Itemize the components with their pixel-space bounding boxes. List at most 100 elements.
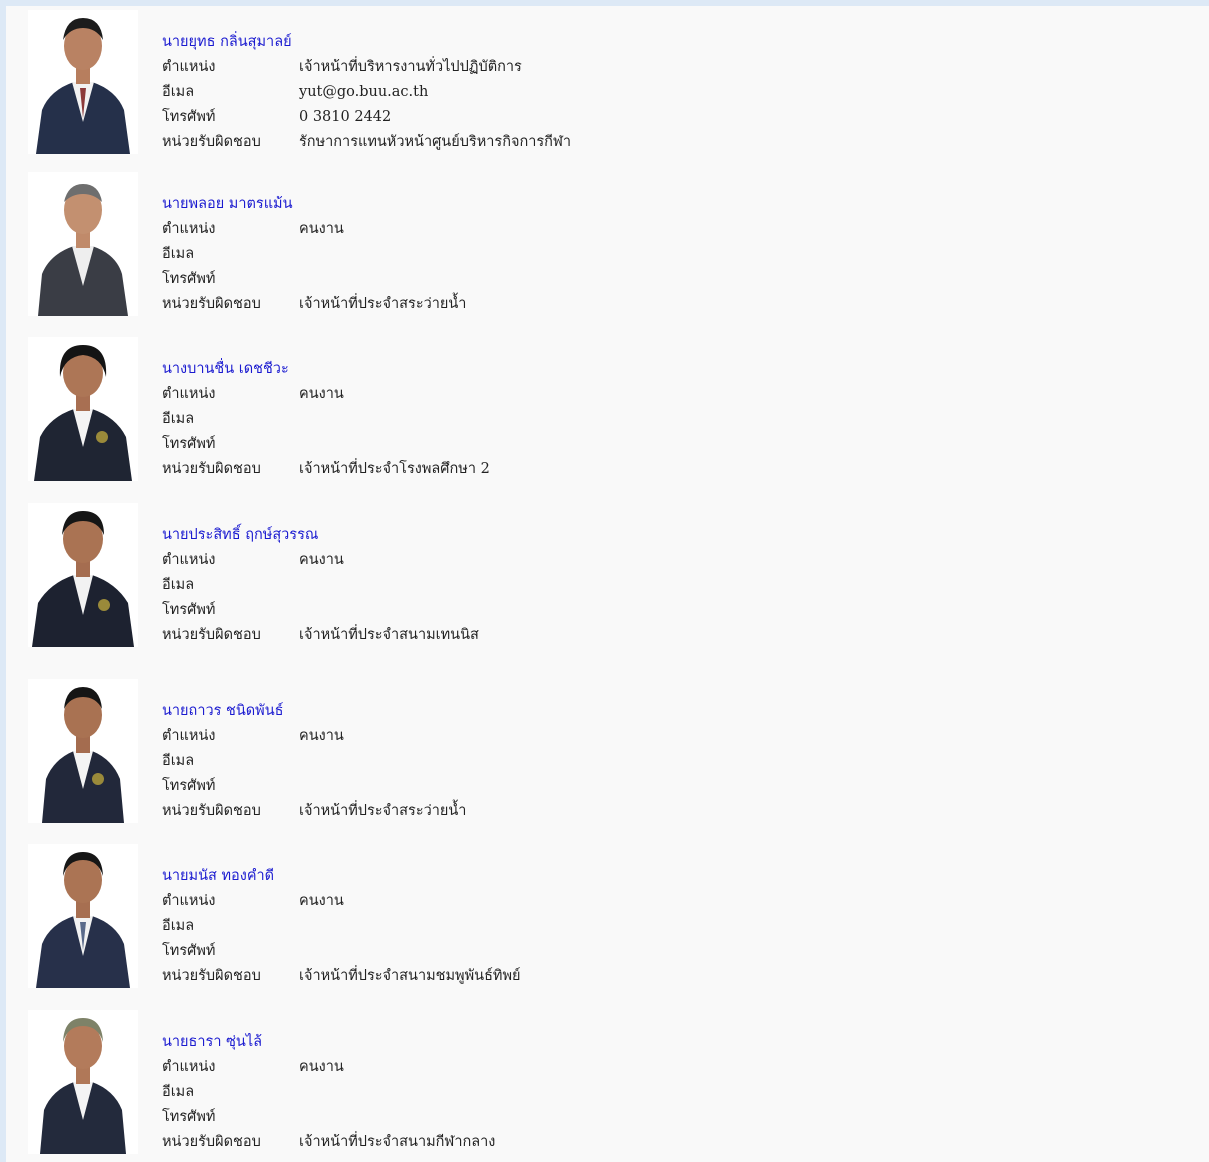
unit-value: เจ้าหน้าที่ประจำโรงพลศึกษา 2 bbox=[299, 461, 490, 477]
position-row: ตำแหน่ง คนงาน bbox=[162, 550, 862, 570]
staff-card: นายธารา ซุ่นไล้ ตำแหน่ง คนงาน อีเมล โทรศ… bbox=[6, 1010, 1209, 1160]
unit-row: หน่วยรับผิดชอบ เจ้าหน้าที่ประจำสระว่ายน้… bbox=[162, 294, 862, 314]
position-value: คนงาน bbox=[299, 893, 344, 909]
email-row: อีเมล bbox=[162, 916, 862, 936]
phone-value: 0 3810 2442 bbox=[299, 109, 392, 125]
email-label: อีเมล bbox=[162, 1084, 195, 1100]
staff-name-link[interactable]: นายธารา ซุ่นไล้ bbox=[162, 1032, 262, 1052]
email-label: อีเมล bbox=[162, 411, 195, 427]
phone-label: โทรศัพท์ bbox=[162, 602, 216, 618]
phone-label: โทรศัพท์ bbox=[162, 943, 216, 959]
position-value: คนงาน bbox=[299, 386, 344, 402]
unit-label: หน่วยรับผิดชอบ bbox=[162, 968, 261, 984]
position-label: ตำแหน่ง bbox=[162, 1059, 216, 1075]
staff-photo bbox=[28, 337, 138, 481]
phone-row: โทรศัพท์ 0 3810 2442 bbox=[162, 107, 862, 127]
staff-name-link[interactable]: นายถาวร ชนิดพันธ์ bbox=[162, 701, 284, 721]
email-row: อีเมล yut@go.buu.ac.th bbox=[162, 82, 862, 102]
unit-label: หน่วยรับผิดชอบ bbox=[162, 1134, 261, 1150]
unit-row: หน่วยรับผิดชอบ เจ้าหน้าที่ประจำสนามเทนนิ… bbox=[162, 625, 862, 645]
position-label: ตำแหน่ง bbox=[162, 386, 216, 402]
email-row: อีเมล bbox=[162, 1082, 862, 1102]
position-row: ตำแหน่ง คนงาน bbox=[162, 891, 862, 911]
staff-directory-page: นายยุทธ กลิ่นสุมาลย์ ตำแหน่ง เจ้าหน้าที่… bbox=[6, 6, 1209, 1162]
email-row: อีเมล bbox=[162, 409, 862, 429]
position-value: คนงาน bbox=[299, 552, 344, 568]
phone-label: โทรศัพท์ bbox=[162, 109, 216, 125]
unit-row: หน่วยรับผิดชอบ รักษาการแทนหัวหน้าศูนย์บร… bbox=[162, 132, 862, 152]
unit-label: หน่วยรับผิดชอบ bbox=[162, 296, 261, 312]
unit-label: หน่วยรับผิดชอบ bbox=[162, 461, 261, 477]
person-portrait-icon bbox=[28, 844, 138, 988]
phone-row: โทรศัพท์ bbox=[162, 600, 862, 620]
staff-name-link[interactable]: นายประสิทธิ์ ฤกษ์สุวรรณ bbox=[162, 525, 318, 545]
position-row: ตำแหน่ง คนงาน bbox=[162, 1057, 862, 1077]
staff-photo bbox=[28, 503, 138, 647]
unit-value: เจ้าหน้าที่ประจำสนามเทนนิส bbox=[299, 627, 479, 643]
phone-label: โทรศัพท์ bbox=[162, 1109, 216, 1125]
unit-row: หน่วยรับผิดชอบ เจ้าหน้าที่ประจำโรงพลศึกษ… bbox=[162, 459, 862, 479]
unit-value: รักษาการแทนหัวหน้าศูนย์บริหารกิจการกีฬา bbox=[299, 134, 572, 150]
email-label: อีเมล bbox=[162, 246, 195, 262]
staff-card: นายประสิทธิ์ ฤกษ์สุวรรณ ตำแหน่ง คนงาน อี… bbox=[6, 503, 1209, 653]
position-value: คนงาน bbox=[299, 728, 344, 744]
unit-row: หน่วยรับผิดชอบ เจ้าหน้าที่ประจำสนามกีฬาก… bbox=[162, 1132, 862, 1152]
person-portrait-icon bbox=[28, 337, 138, 481]
unit-label: หน่วยรับผิดชอบ bbox=[162, 134, 261, 150]
phone-row: โทรศัพท์ bbox=[162, 941, 862, 961]
email-label: อีเมล bbox=[162, 753, 195, 769]
position-label: ตำแหน่ง bbox=[162, 221, 216, 237]
staff-card: นางบานชื่น เดชชีวะ ตำแหน่ง คนงาน อีเมล โ… bbox=[6, 337, 1209, 487]
email-value: yut@go.buu.ac.th bbox=[299, 84, 429, 100]
position-value: เจ้าหน้าที่บริหารงานทั่วไปปฏิบัติการ bbox=[299, 59, 522, 75]
phone-row: โทรศัพท์ bbox=[162, 776, 862, 796]
staff-card: นายยุทธ กลิ่นสุมาลย์ ตำแหน่ง เจ้าหน้าที่… bbox=[6, 10, 1209, 160]
phone-row: โทรศัพท์ bbox=[162, 1107, 862, 1127]
unit-value: เจ้าหน้าที่ประจำสนามกีฬากลาง bbox=[299, 1134, 496, 1150]
person-portrait-icon bbox=[28, 679, 138, 823]
unit-label: หน่วยรับผิดชอบ bbox=[162, 803, 261, 819]
position-label: ตำแหน่ง bbox=[162, 728, 216, 744]
staff-name-link[interactable]: นายมนัส ทองคำดี bbox=[162, 866, 274, 886]
position-label: ตำแหน่ง bbox=[162, 552, 216, 568]
position-label: ตำแหน่ง bbox=[162, 59, 216, 75]
email-row: อีเมล bbox=[162, 575, 862, 595]
position-row: ตำแหน่ง เจ้าหน้าที่บริหารงานทั่วไปปฏิบัต… bbox=[162, 57, 862, 77]
staff-name-link[interactable]: นายยุทธ กลิ่นสุมาลย์ bbox=[162, 32, 292, 52]
unit-value: เจ้าหน้าที่ประจำสระว่ายน้ำ bbox=[299, 803, 467, 819]
email-row: อีเมล bbox=[162, 244, 862, 264]
email-label: อีเมล bbox=[162, 918, 195, 934]
unit-row: หน่วยรับผิดชอบ เจ้าหน้าที่ประจำสระว่ายน้… bbox=[162, 801, 862, 821]
position-value: คนงาน bbox=[299, 221, 344, 237]
person-portrait-icon bbox=[28, 10, 138, 154]
position-row: ตำแหน่ง คนงาน bbox=[162, 219, 862, 239]
staff-photo bbox=[28, 1010, 138, 1154]
person-portrait-icon bbox=[28, 172, 138, 316]
person-portrait-icon bbox=[28, 1010, 138, 1154]
position-label: ตำแหน่ง bbox=[162, 893, 216, 909]
phone-label: โทรศัพท์ bbox=[162, 436, 216, 452]
staff-photo bbox=[28, 679, 138, 823]
person-portrait-icon bbox=[28, 503, 138, 647]
staff-card: นายพลอย มาตรแม้น ตำแหน่ง คนงาน อีเมล โทร… bbox=[6, 172, 1209, 322]
staff-photo bbox=[28, 172, 138, 316]
position-value: คนงาน bbox=[299, 1059, 344, 1075]
position-row: ตำแหน่ง คนงาน bbox=[162, 384, 862, 404]
email-row: อีเมล bbox=[162, 751, 862, 771]
phone-row: โทรศัพท์ bbox=[162, 434, 862, 454]
unit-label: หน่วยรับผิดชอบ bbox=[162, 627, 261, 643]
unit-value: เจ้าหน้าที่ประจำสนามชมพูพันธ์ทิพย์ bbox=[299, 968, 521, 984]
staff-photo bbox=[28, 10, 138, 154]
staff-name-link[interactable]: นางบานชื่น เดชชีวะ bbox=[162, 359, 289, 379]
unit-value: เจ้าหน้าที่ประจำสระว่ายน้ำ bbox=[299, 296, 467, 312]
phone-row: โทรศัพท์ bbox=[162, 269, 862, 289]
phone-label: โทรศัพท์ bbox=[162, 778, 216, 794]
staff-card: นายถาวร ชนิดพันธ์ ตำแหน่ง คนงาน อีเมล โท… bbox=[6, 679, 1209, 829]
staff-photo bbox=[28, 844, 138, 988]
email-label: อีเมล bbox=[162, 84, 195, 100]
staff-name-link[interactable]: นายพลอย มาตรแม้น bbox=[162, 194, 293, 214]
position-row: ตำแหน่ง คนงาน bbox=[162, 726, 862, 746]
phone-label: โทรศัพท์ bbox=[162, 271, 216, 287]
unit-row: หน่วยรับผิดชอบ เจ้าหน้าที่ประจำสนามชมพูพ… bbox=[162, 966, 862, 986]
email-label: อีเมล bbox=[162, 577, 195, 593]
